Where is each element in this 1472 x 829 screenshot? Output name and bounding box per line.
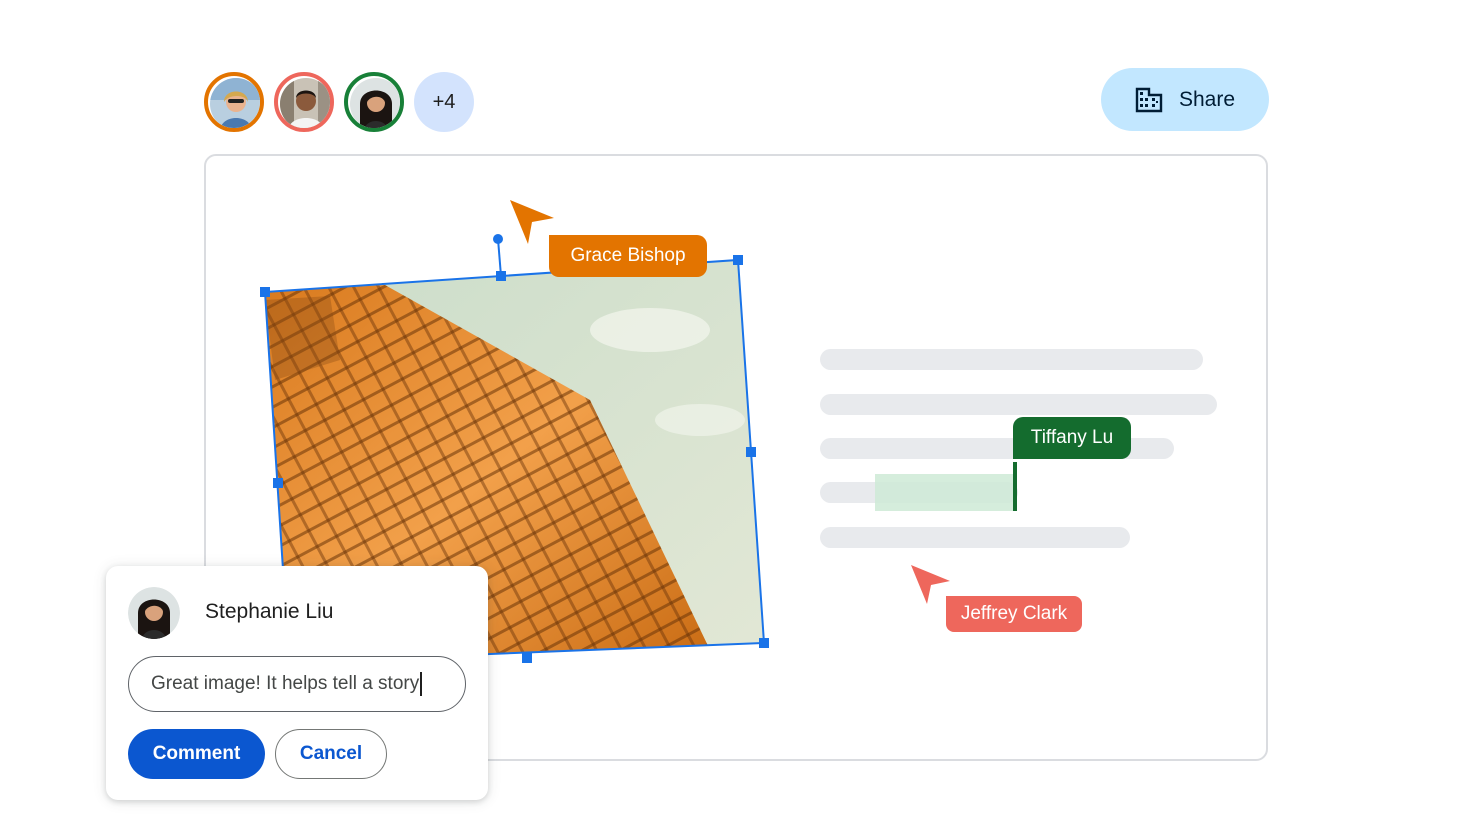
resize-handle-bottom[interactable] xyxy=(522,653,532,663)
comment-author-name: Stephanie Liu xyxy=(205,600,334,623)
text-caret xyxy=(1013,462,1017,511)
comment-card: Stephanie Liu Great image! It helps tell… xyxy=(106,566,488,800)
resize-handle-right[interactable] xyxy=(746,447,756,457)
avatar-photo xyxy=(350,78,400,128)
more-collaborators-badge[interactable]: +4 xyxy=(414,72,474,132)
resize-handle-bottom-right[interactable] xyxy=(759,638,769,648)
text-line xyxy=(820,527,1130,548)
resize-handle-left[interactable] xyxy=(273,478,283,488)
text-selection-highlight xyxy=(875,474,1015,511)
resize-handle-top-left[interactable] xyxy=(260,287,270,297)
cursor-label-tiffany: Tiffany Lu xyxy=(1013,417,1131,459)
collaborator-avatar-2[interactable] xyxy=(274,72,334,132)
resize-handle-top-right[interactable] xyxy=(733,255,743,265)
comment-input[interactable]: Great image! It helps tell a story xyxy=(128,656,466,712)
avatar-photo xyxy=(210,78,260,128)
building-icon xyxy=(1135,87,1163,112)
text-caret xyxy=(420,672,422,696)
cancel-button[interactable]: Cancel xyxy=(275,729,387,779)
avatar-photo xyxy=(280,78,330,128)
text-line xyxy=(820,394,1217,415)
share-button[interactable]: Share xyxy=(1101,68,1269,131)
cursor-label-grace: Grace Bishop xyxy=(549,235,707,277)
cursor-label-jeffrey: Jeffrey Clark xyxy=(946,596,1082,632)
collaborator-avatar-1[interactable] xyxy=(204,72,264,132)
resize-handle-top[interactable] xyxy=(496,271,506,281)
share-label: Share xyxy=(1178,87,1236,111)
collaborator-avatar-3[interactable] xyxy=(344,72,404,132)
comment-input-value: Great image! It helps tell a story xyxy=(151,673,420,694)
comment-author-avatar xyxy=(128,587,180,639)
text-line xyxy=(820,349,1203,370)
comment-button[interactable]: Comment xyxy=(128,729,265,779)
rotate-handle[interactable] xyxy=(493,234,503,244)
